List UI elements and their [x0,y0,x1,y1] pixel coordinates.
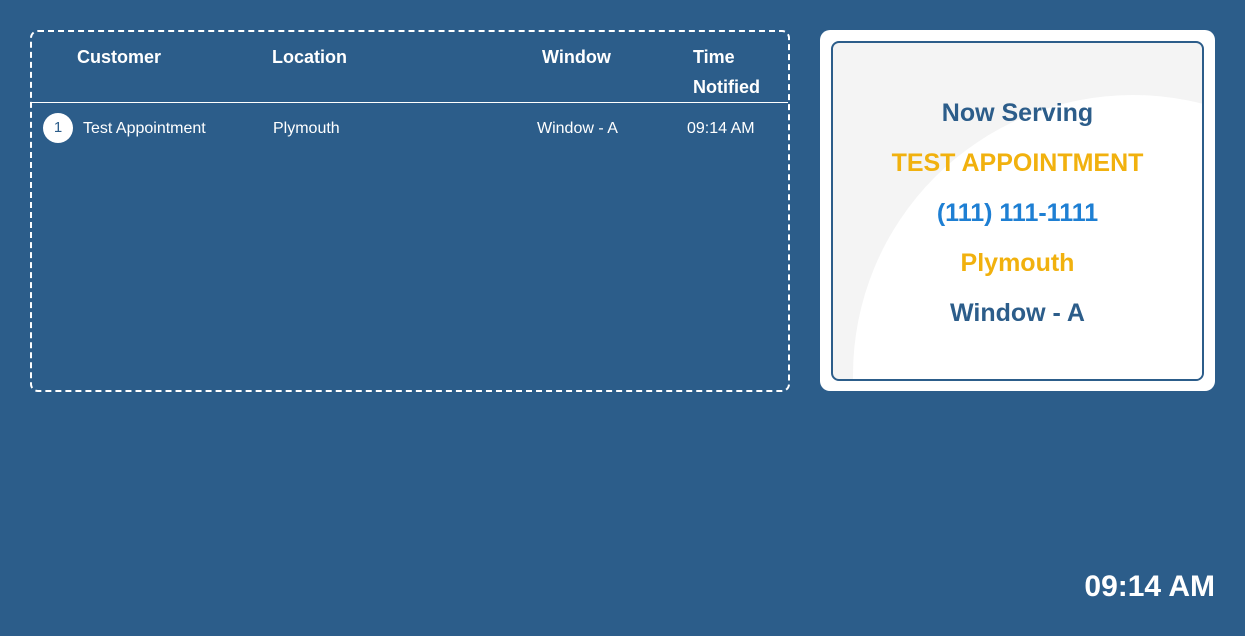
now-serving-card: Now Serving TEST APPOINTMENT (111) 111-1… [820,30,1215,391]
column-header-time-notified: Time Notified [693,47,760,97]
queue-position-badge: 1 [43,113,73,143]
current-time-clock: 09:14 AM [1084,570,1215,603]
column-header-location: Location [272,47,347,67]
decorative-swoosh [853,95,1202,379]
column-header-window: Window [542,47,611,67]
now-serving-frame: Now Serving TEST APPOINTMENT (111) 111-1… [831,41,1204,381]
now-serving-window: Window - A [950,299,1085,327]
row-time-notified: 09:14 AM [687,120,755,137]
now-serving-phone: (111) 111-1111 [936,199,1099,227]
now-serving-name: TEST APPOINTMENT [891,149,1144,177]
row-customer: Test Appointment [83,120,206,137]
row-window: Window - A [537,120,618,137]
queue-table-header: Customer Location Window Time Notified [32,32,788,103]
now-serving-heading: Now Serving [941,99,1094,127]
queue-panel: Customer Location Window Time Notified 1… [30,30,790,392]
column-header-customer: Customer [77,47,162,67]
table-row: 1 Test Appointment Plymouth Window - A 0… [32,103,788,153]
now-serving-location: Plymouth [960,249,1075,277]
row-location: Plymouth [273,120,340,137]
